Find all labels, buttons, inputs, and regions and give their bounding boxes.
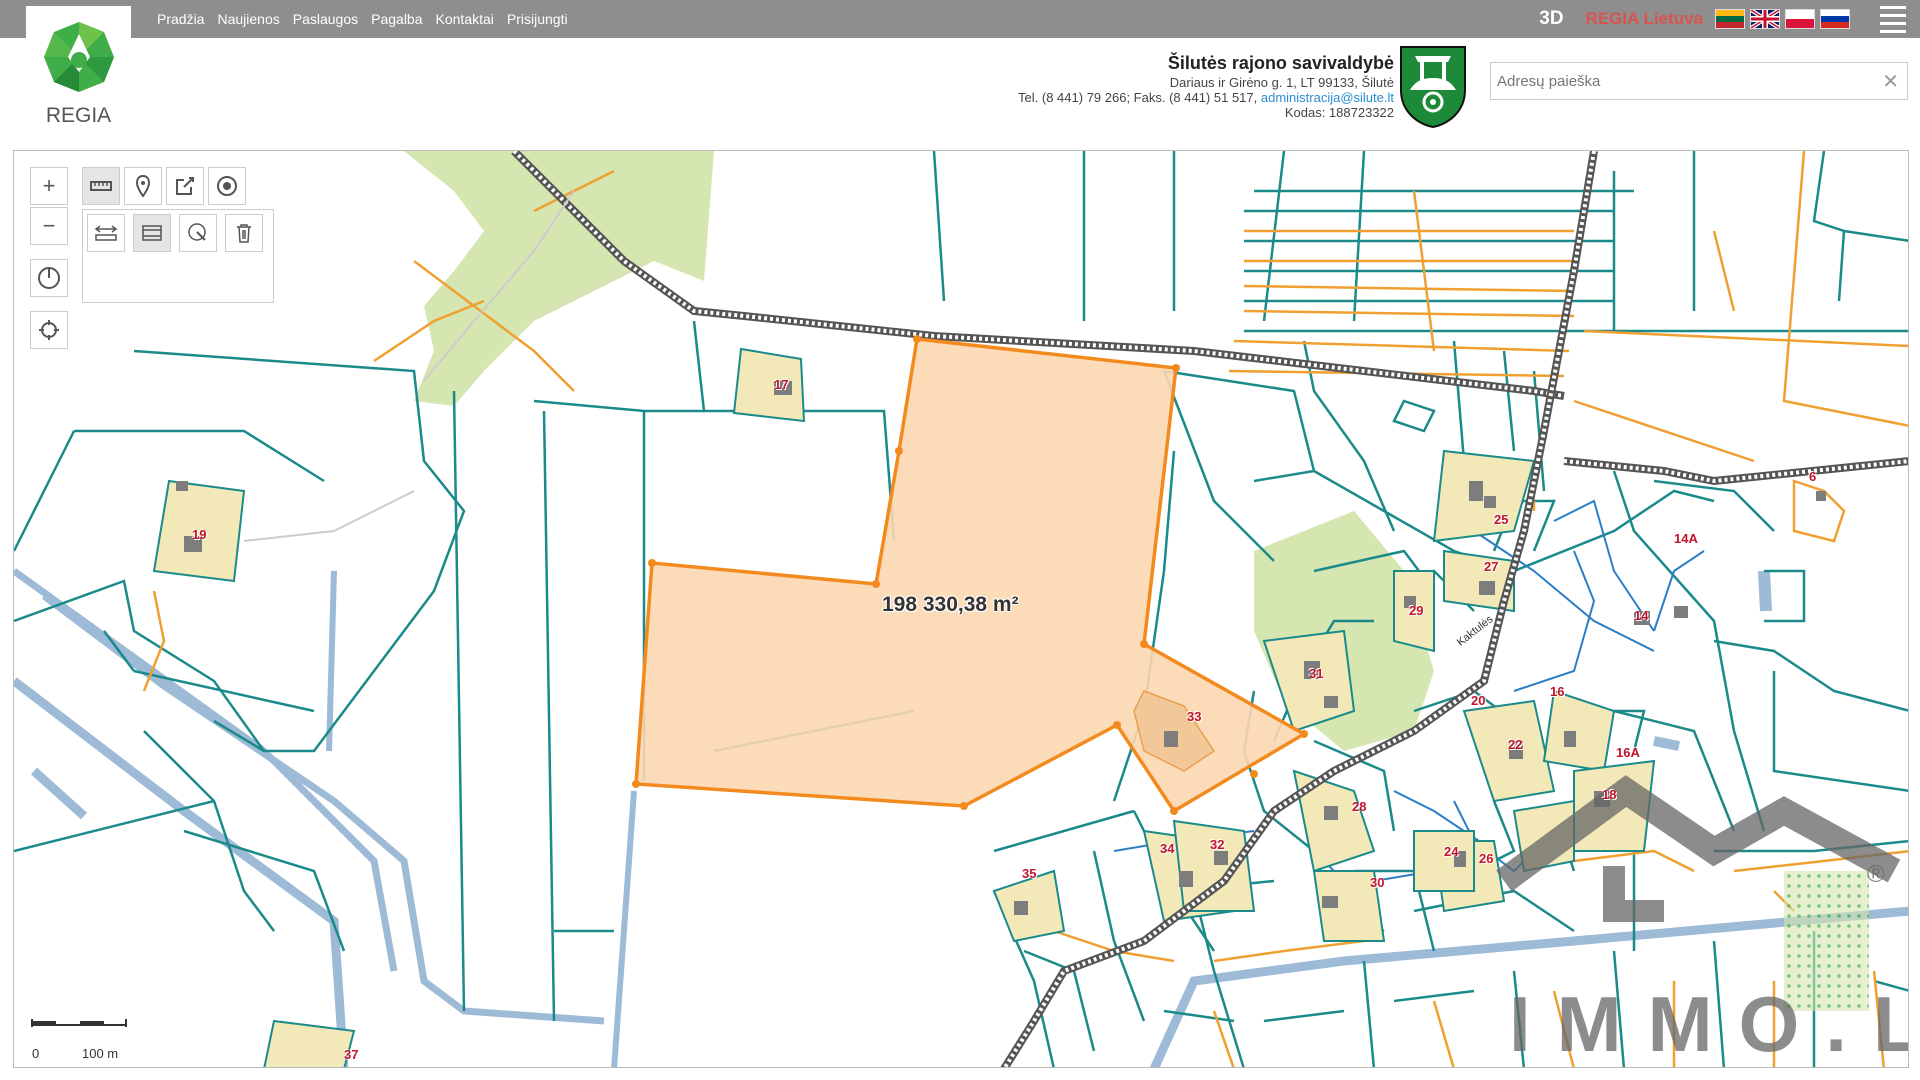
locate-icon: [39, 320, 59, 340]
share-button[interactable]: [166, 167, 204, 205]
water-channel: [611, 790, 637, 1067]
plot-number: 30: [1370, 875, 1385, 890]
zoom-out-icon: −: [42, 213, 56, 238]
nav-prisijungti[interactable]: Prisijungti: [507, 11, 568, 27]
plot-number: 37: [344, 1047, 359, 1062]
flag-gb-icon[interactable]: [1750, 9, 1780, 29]
measure-tool-panel: [82, 209, 274, 303]
plot-number: 17: [774, 377, 789, 392]
measure-radius-button[interactable]: [179, 214, 217, 252]
plot-number: 22: [1508, 737, 1523, 752]
nav-paslaugos[interactable]: Paslaugos: [293, 11, 358, 27]
plot-number: 25: [1494, 512, 1509, 527]
compass-button[interactable]: [30, 259, 68, 297]
menu-icon[interactable]: [1880, 5, 1906, 33]
trash-icon: [237, 224, 251, 243]
plot-number: 16: [1550, 684, 1565, 699]
nav-pradzia[interactable]: Pradžia: [157, 11, 204, 27]
plot-number: 19: [192, 527, 207, 542]
municipality-address: Dariaus ir Girėno g. 1, LT 99133, Šilutė: [1169, 75, 1394, 90]
flag-lt-icon[interactable]: [1715, 9, 1745, 29]
measure-length-icon: [94, 225, 118, 241]
measure-area-icon: [142, 225, 162, 241]
municipality-crest-icon: [1400, 46, 1466, 128]
plot-number: 32: [1210, 837, 1225, 852]
top-bar: Pradžia Naujienos Paslaugos Pagalba Kont…: [0, 0, 1920, 38]
water-channel: [30, 767, 88, 820]
plot-number: 18: [1602, 787, 1617, 802]
address-search-input[interactable]: [1491, 63, 1871, 99]
municipality-name: Šilutės rajono savivaldybė: [1167, 53, 1394, 73]
municipality-contacts: Tel. (8 441) 79 266; Faks. (8 441) 51 51…: [1018, 90, 1394, 105]
zoom-in-button[interactable]: +: [30, 167, 68, 205]
regia-lietuva-link[interactable]: REGIA Lietuva: [1586, 9, 1703, 29]
plot-number: 14A: [1674, 531, 1698, 546]
scale-bar: [31, 1019, 127, 1027]
nav-kontaktai[interactable]: Kontaktai: [436, 11, 494, 27]
plot-number: 33: [1187, 709, 1202, 724]
plot-number: 35: [1022, 866, 1037, 881]
measure-length-button[interactable]: [87, 214, 125, 252]
measure-button[interactable]: [82, 167, 120, 205]
immo-watermark-text: IMMO.LT: [1509, 980, 1908, 1068]
marker-icon: [135, 175, 151, 197]
target-icon: [217, 176, 237, 196]
plot-number: 34: [1160, 841, 1175, 856]
compass-icon: [38, 267, 60, 289]
marker-button[interactable]: [124, 167, 162, 205]
water-channel: [1653, 736, 1680, 751]
measure-area-button[interactable]: [133, 214, 171, 252]
water-channel: [1758, 570, 1772, 612]
immo-watermark-icon: [1496, 775, 1901, 1011]
plot-number: 20: [1471, 693, 1486, 708]
target-button[interactable]: [208, 167, 246, 205]
map-canvas[interactable]: 17 19 25 27 29 31 33 6 14A 14 16 16A 18 …: [13, 150, 1909, 1068]
plot-number: 14: [1634, 608, 1649, 623]
registered-mark: ®: [1867, 861, 1885, 888]
measure-icon: [90, 181, 112, 191]
measure-radius-icon: [188, 223, 206, 241]
water-channel: [14, 568, 398, 972]
3d-button[interactable]: 3D: [1539, 8, 1563, 30]
top-right-controls: 3D REGIA Lietuva: [1539, 0, 1920, 38]
flag-pl-icon[interactable]: [1785, 9, 1815, 29]
logo-text: REGIA: [45, 104, 112, 127]
municipality-info: Šilutės rajono savivaldybė Dariaus ir Gi…: [1018, 53, 1394, 120]
municipality-email[interactable]: administracija@silute.lt: [1261, 90, 1394, 105]
flag-ru-icon[interactable]: [1820, 9, 1850, 29]
plot-number: 16A: [1616, 745, 1640, 760]
main-nav: Pradžia Naujienos Paslaugos Pagalba Kont…: [157, 0, 568, 38]
municipality-code: Kodas: 188723322: [1284, 105, 1394, 120]
municipality-phone: Tel. (8 441) 79 266; Faks. (8 441) 51 51…: [1018, 90, 1261, 105]
plot-number: 31: [1309, 666, 1324, 681]
share-icon: [176, 177, 194, 195]
water-channel: [14, 677, 349, 1067]
plot-number: 28: [1352, 799, 1367, 814]
plot-number: 27: [1484, 559, 1499, 574]
plot-number: 6: [1809, 469, 1817, 484]
zoom-in-icon: +: [42, 173, 56, 198]
nav-pagalba[interactable]: Pagalba: [371, 11, 422, 27]
forest-area: [404, 151, 714, 406]
plot-number: 24: [1444, 844, 1459, 859]
scale-distance: 100 m: [82, 1046, 119, 1061]
gray-road: [243, 490, 415, 542]
regia-logo[interactable]: REGIA: [26, 6, 131, 136]
zoom-out-button[interactable]: −: [30, 207, 68, 245]
locate-button[interactable]: [30, 311, 68, 349]
address-search: ✕: [1490, 62, 1908, 100]
scale-zero: 0: [32, 1046, 40, 1061]
clear-measurements-button[interactable]: [225, 214, 263, 252]
building: [1164, 731, 1178, 747]
plot-number: 26: [1479, 851, 1494, 866]
plot-number: 29: [1409, 603, 1424, 618]
clear-search-icon[interactable]: ✕: [1882, 69, 1899, 94]
regia-logo-icon: [44, 22, 114, 92]
nav-naujienos[interactable]: Naujienos: [217, 11, 279, 27]
selected-area-label: 198 330,38 m²: [882, 593, 1019, 616]
